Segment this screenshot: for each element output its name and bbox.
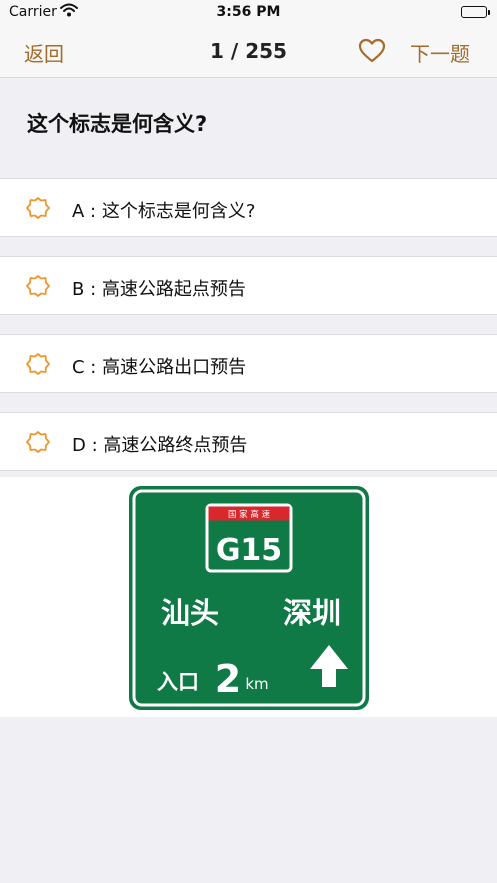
question-title: 这个标志是何含义? bbox=[27, 112, 208, 136]
sign-destination-right: 深圳 bbox=[283, 596, 341, 630]
battery-icon bbox=[461, 6, 490, 18]
next-question-button[interactable]: 下一题 bbox=[410, 38, 470, 67]
sign-route-number: G15 bbox=[216, 533, 282, 568]
navigation-bar: 返回 1 / 255 下一题 bbox=[0, 26, 497, 78]
sign-distance-value: 2 bbox=[215, 657, 241, 701]
option-b-label: B : 高速公路起点预告 bbox=[72, 279, 246, 300]
expressway-sign-image: 国 家 高 速 G15 汕头 深圳 入口 2 km bbox=[129, 486, 369, 710]
option-marker-icon bbox=[26, 352, 50, 376]
sign-badge-text: 国 家 高 速 bbox=[228, 509, 271, 520]
status-bar: Carrier 3:56 PM bbox=[0, 0, 497, 26]
option-c[interactable]: C : 高速公路出口预告 bbox=[0, 334, 497, 393]
heart-outline-icon[interactable] bbox=[358, 38, 386, 64]
option-marker-icon bbox=[26, 274, 50, 298]
sign-entrance-label: 入口 bbox=[157, 670, 199, 694]
option-b[interactable]: B : 高速公路起点预告 bbox=[0, 256, 497, 315]
option-d-label: D : 高速公路终点预告 bbox=[72, 435, 248, 456]
option-a[interactable]: A : 这个标志是何含义? bbox=[0, 178, 497, 237]
option-marker-icon bbox=[26, 196, 50, 220]
option-a-label: A : 这个标志是何含义? bbox=[72, 201, 256, 222]
option-d[interactable]: D : 高速公路终点预告 bbox=[0, 412, 497, 471]
sign-destination-left: 汕头 bbox=[161, 596, 219, 630]
question-image-panel: 国 家 高 速 G15 汕头 深圳 入口 2 km bbox=[0, 477, 497, 717]
question-area: 这个标志是何含义? bbox=[0, 78, 497, 178]
back-button[interactable]: 返回 bbox=[24, 38, 64, 67]
clock-label: 3:56 PM bbox=[216, 4, 281, 20]
option-marker-icon bbox=[26, 430, 50, 454]
sign-distance-unit: km bbox=[245, 675, 268, 693]
option-c-label: C : 高速公路出口预告 bbox=[72, 357, 247, 378]
